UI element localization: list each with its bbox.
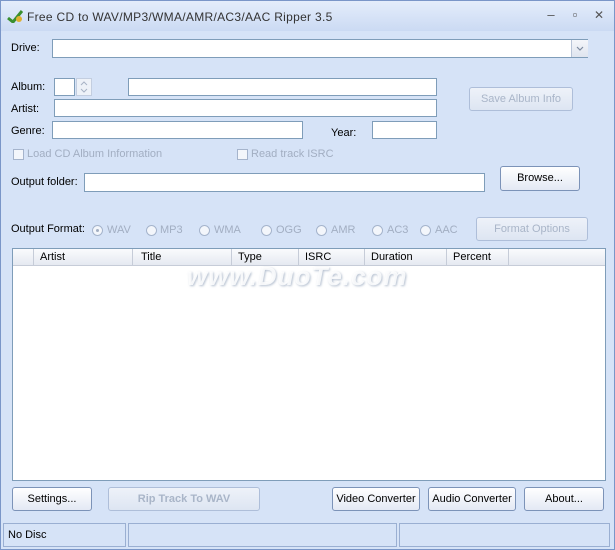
- drive-label: Drive:: [11, 42, 40, 54]
- format-options-button[interactable]: Format Options: [476, 217, 588, 241]
- format-radio-ac3[interactable]: [372, 225, 383, 236]
- format-label-ogg: OGG: [276, 224, 302, 236]
- watermark: www.DuoTe.com: [187, 261, 408, 291]
- settings-button[interactable]: Settings...: [12, 487, 92, 511]
- about-button[interactable]: About...: [524, 487, 604, 511]
- album-label: Album:: [11, 81, 46, 93]
- status-pane-2: [128, 523, 397, 547]
- drive-select[interactable]: [52, 39, 588, 58]
- format-label-wma: WMA: [214, 224, 241, 236]
- save-album-info-button[interactable]: Save Album Info: [469, 87, 573, 111]
- artist-label: Artist:: [11, 103, 40, 115]
- format-radio-amr[interactable]: [316, 225, 327, 236]
- status-pane-3: [399, 523, 610, 547]
- main-window: Free CD to WAV/MP3/WMA/AMR/AC3/AAC Rippe…: [0, 0, 615, 550]
- maximize-button[interactable]: ▫: [566, 6, 584, 24]
- audio-converter-button[interactable]: Audio Converter: [428, 487, 516, 511]
- format-label-ac3: AC3: [387, 224, 409, 236]
- column-header-percent[interactable]: Percent: [447, 249, 509, 265]
- app-icon: [7, 10, 23, 23]
- format-radio-mp3[interactable]: [146, 225, 157, 236]
- album-number-input[interactable]: [54, 78, 75, 96]
- window-title: Free CD to WAV/MP3/WMA/AMR/AC3/AAC Rippe…: [27, 10, 333, 24]
- format-radio-wma[interactable]: [199, 225, 210, 236]
- rip-track-button[interactable]: Rip Track To WAV: [108, 487, 260, 511]
- artist-input[interactable]: [54, 99, 437, 117]
- load-cd-info-label: Load CD Album Information: [27, 148, 163, 160]
- drive-dropdown-button[interactable]: [571, 40, 588, 57]
- video-converter-button[interactable]: Video Converter: [332, 487, 420, 511]
- format-label-wav: WAV: [107, 224, 131, 236]
- format-radio-aac[interactable]: [420, 225, 431, 236]
- year-input[interactable]: [372, 121, 437, 139]
- status-bar: No Disc: [3, 523, 612, 547]
- output-folder-input[interactable]: [84, 173, 485, 192]
- browse-button[interactable]: Browse...: [500, 166, 580, 191]
- format-label-mp3: MP3: [160, 224, 183, 236]
- output-format-label: Output Format:: [11, 223, 85, 235]
- album-input[interactable]: [128, 78, 437, 96]
- format-label-amr: AMR: [331, 224, 356, 236]
- title-bar: Free CD to WAV/MP3/WMA/AMR/AC3/AAC Rippe…: [1, 1, 614, 31]
- output-folder-label: Output folder:: [11, 176, 78, 188]
- column-header-artist[interactable]: Artist: [34, 249, 133, 265]
- album-spinner[interactable]: [76, 78, 92, 96]
- spin-arrows-icon: [80, 81, 88, 93]
- load-cd-info-checkbox[interactable]: [13, 149, 24, 160]
- read-isrc-checkbox[interactable]: [237, 149, 248, 160]
- close-button[interactable]: ✕: [590, 6, 608, 24]
- year-label: Year:: [331, 127, 357, 139]
- genre-label: Genre:: [11, 125, 45, 137]
- read-isrc-label: Read track ISRC: [251, 148, 334, 160]
- genre-input[interactable]: [52, 121, 303, 139]
- minimize-button[interactable]: –: [542, 6, 560, 24]
- chevron-down-icon: [576, 46, 584, 51]
- format-label-aac: AAC: [435, 224, 458, 236]
- column-header-blank[interactable]: [13, 249, 34, 265]
- format-radio-wav[interactable]: [92, 225, 103, 236]
- status-disc: No Disc: [3, 523, 126, 547]
- format-radio-ogg[interactable]: [261, 225, 272, 236]
